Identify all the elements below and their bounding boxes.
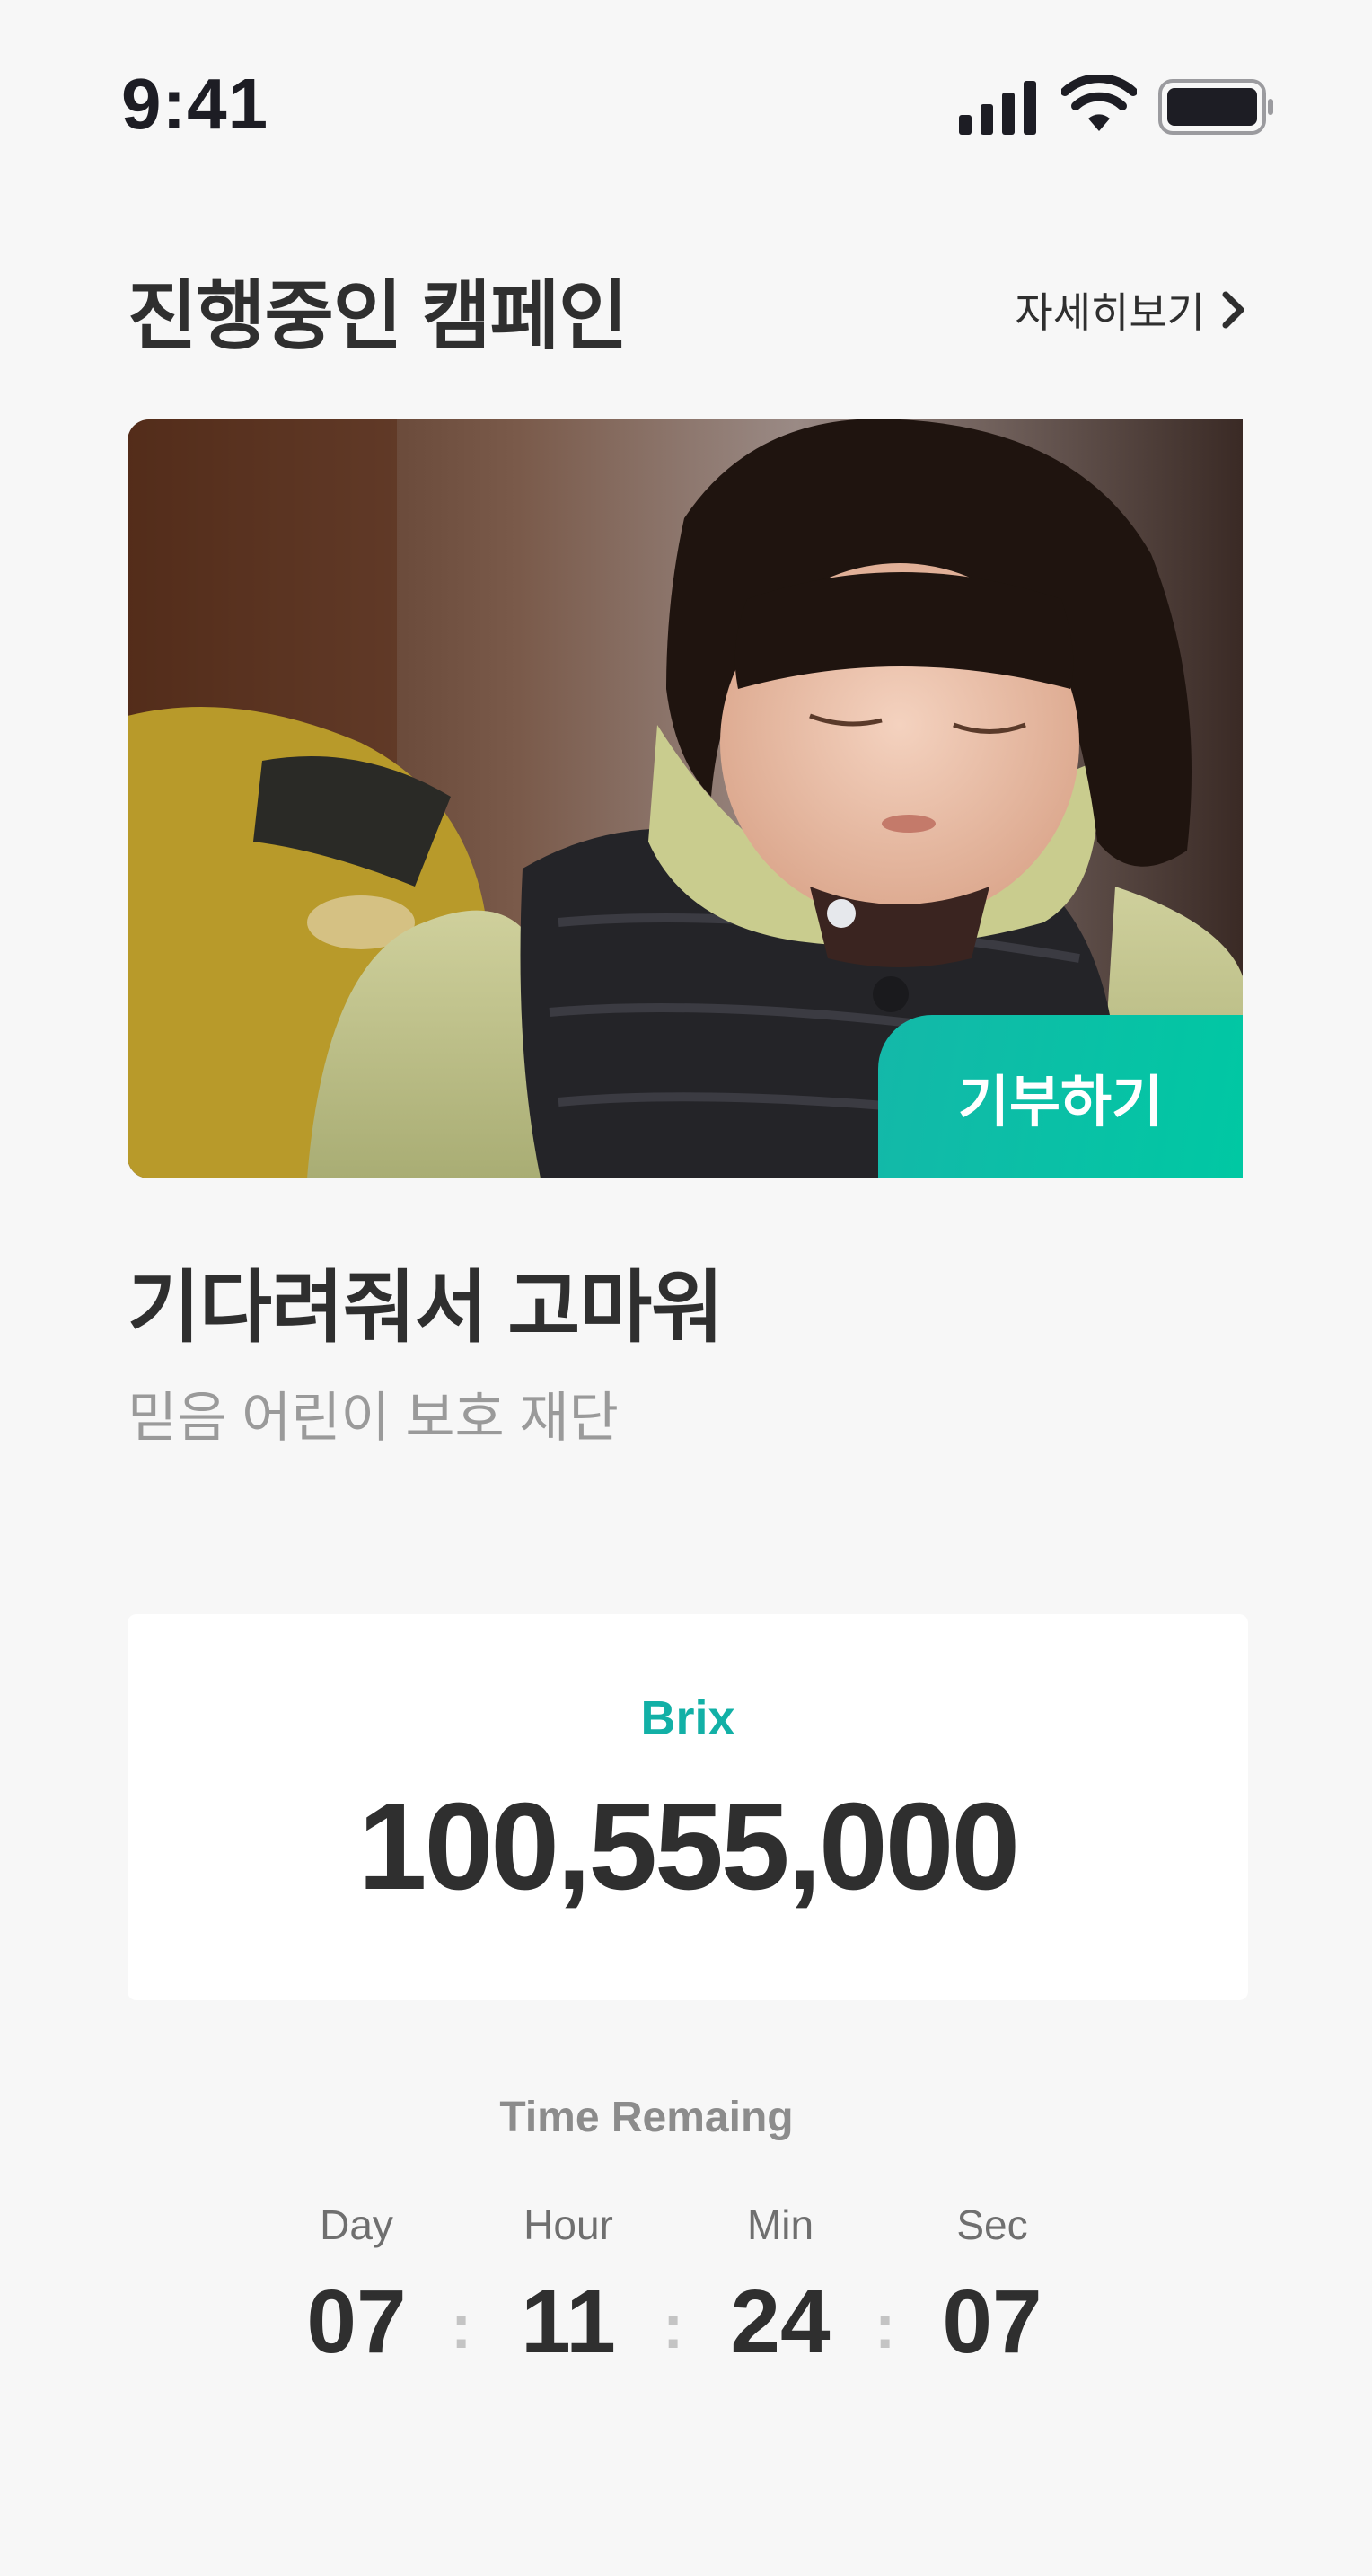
amount-value: 100,555,000 (357, 1778, 1020, 1916)
countdown-sec-value: 07 (942, 2272, 1042, 2372)
countdown-hour: Hour 11 (470, 2201, 667, 2374)
campaign-organization: 믿음 어린이 보호 재단 (128, 1388, 619, 1448)
battery-icon (1158, 79, 1273, 135)
countdown-day: Day 07 (258, 2201, 455, 2374)
countdown-hour-value: 11 (521, 2272, 616, 2372)
donate-button[interactable]: 기부하기 (878, 1015, 1243, 1178)
countdown-min: Min 24 (682, 2201, 879, 2374)
wifi-icon (1061, 75, 1137, 131)
countdown-separator: : (451, 2291, 472, 2361)
countdown-min-value: 24 (730, 2272, 831, 2372)
countdown-separator: : (663, 2291, 684, 2361)
countdown-sec: Sec 07 (893, 2201, 1091, 2374)
countdown-sec-label: Sec (956, 2201, 1028, 2248)
status-bar: 9:41 (0, 0, 1372, 207)
countdown-min-label: Min (746, 2201, 814, 2248)
view-more-link[interactable]: 자세히보기 (1015, 280, 1246, 340)
amount-card: Brix 100,555,000 (128, 1614, 1248, 2000)
section-title: 진행중인 캠페인 (128, 274, 628, 358)
time-remaining-title: Time Remaing (499, 2094, 794, 2141)
campaign-title: 기다려줘서 고마워 (128, 1263, 724, 1352)
countdown-day-label: Day (320, 2201, 393, 2248)
countdown-day-value: 07 (306, 2272, 407, 2372)
countdown-separator: : (875, 2291, 896, 2361)
countdown-hour-label: Hour (523, 2201, 613, 2248)
countdown-timer: Day 07 : Hour 11 : Min 24 : Sec 07 (0, 2201, 1372, 2380)
view-more-label: 자세히보기 (1015, 289, 1205, 336)
signal-icon (959, 81, 1036, 135)
chevron-right-icon (1222, 291, 1244, 329)
campaign-card[interactable]: 기부하기 (128, 419, 1243, 1178)
amount-label: Brix (640, 1691, 735, 1745)
status-time: 9:41 (121, 64, 269, 144)
